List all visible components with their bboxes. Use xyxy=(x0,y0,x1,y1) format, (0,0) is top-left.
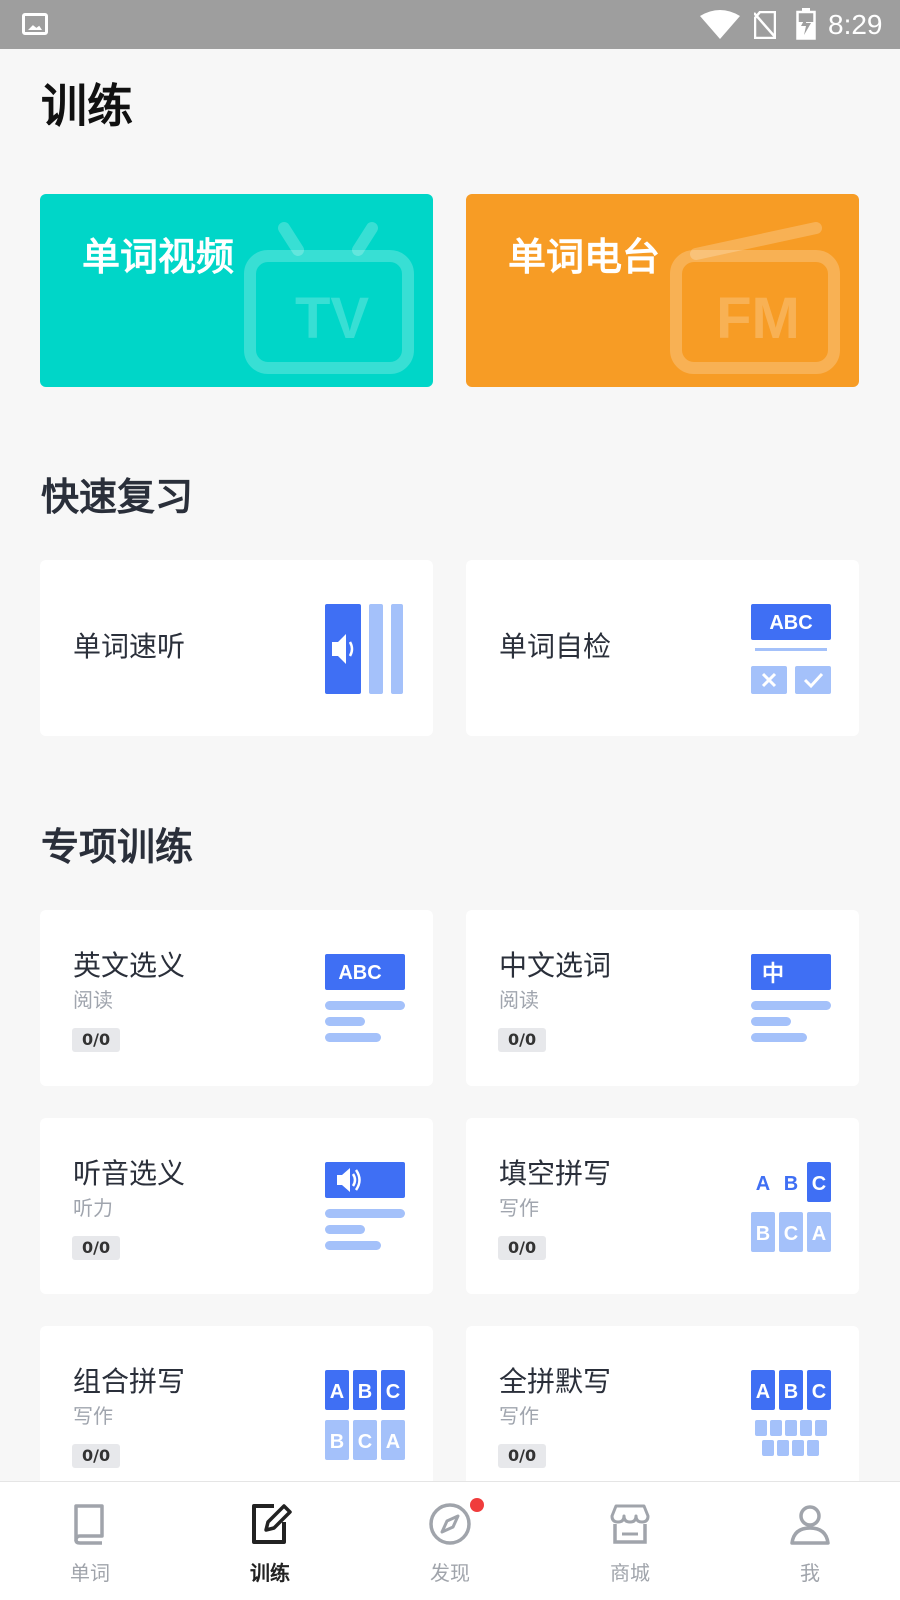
no-sim-icon xyxy=(754,11,776,39)
card-category: 写作 xyxy=(499,1404,539,1428)
svg-text:A: A xyxy=(756,1173,770,1195)
card-label: 组合拼写 xyxy=(73,1365,186,1398)
tab-store[interactable]: 商城 xyxy=(540,1482,720,1600)
progress-badge: 0/0 xyxy=(498,1028,547,1052)
card-category: 写作 xyxy=(73,1404,113,1428)
status-bar: 8:29 xyxy=(0,0,900,49)
tv-icon-text: TV xyxy=(295,286,369,351)
notification-dot xyxy=(470,1498,484,1512)
progress-badge: 0/0 xyxy=(72,1028,121,1052)
word-radio-card[interactable]: 单词电台 FM xyxy=(466,194,859,387)
svg-text:C: C xyxy=(784,1223,798,1245)
abc-check-icon: ABC xyxy=(751,604,831,694)
store-icon xyxy=(610,1504,650,1544)
card-category: 阅读 xyxy=(499,988,539,1012)
svg-text:C: C xyxy=(386,1381,400,1403)
tab-me[interactable]: 我 xyxy=(720,1482,900,1600)
person-icon xyxy=(790,1505,830,1545)
special-training-title: 专项训练 xyxy=(41,825,194,869)
fill-blank-spelling-card[interactable]: 填空拼写 写作 0/0 A B C B C A xyxy=(466,1118,859,1294)
svg-text:C: C xyxy=(358,1431,372,1453)
svg-text:C: C xyxy=(812,1381,826,1403)
progress-badge: 0/0 xyxy=(498,1444,547,1468)
word-video-label: 单词视频 xyxy=(82,235,235,279)
fm-icon-text: FM xyxy=(716,286,800,351)
svg-text:B: B xyxy=(756,1223,770,1245)
combo-spelling-card[interactable]: 组合拼写 写作 0/0 A B C B C A xyxy=(40,1326,433,1502)
en-choose-meaning-card[interactable]: 英文选义 阅读 0/0 ABC xyxy=(40,910,433,1086)
svg-text:B: B xyxy=(358,1381,372,1403)
card-label: 单词自检 xyxy=(499,630,612,663)
quick-review-title: 快速复习 xyxy=(41,475,194,519)
svg-text:B: B xyxy=(784,1381,798,1403)
card-label: 听音选义 xyxy=(73,1157,186,1190)
chinese-lines-icon: 中 xyxy=(751,954,831,1042)
tv-icon: TV xyxy=(244,222,414,374)
battery-charging-icon xyxy=(796,8,816,40)
word-radio-label: 单词电台 xyxy=(508,235,661,279)
tab-training[interactable]: 训练 xyxy=(180,1482,360,1600)
tab-label: 我 xyxy=(800,1561,820,1585)
edit-icon xyxy=(252,1504,292,1544)
tab-words[interactable]: 单词 xyxy=(0,1482,180,1600)
full-dictation-card[interactable]: 全拼默写 写作 0/0 A B C xyxy=(466,1326,859,1502)
word-self-check-card[interactable]: 单词自检 ABC xyxy=(466,560,859,736)
bottom-tab-bar: 单词 训练 发现 商城 我 xyxy=(0,1481,900,1600)
radio-icon: FM xyxy=(670,222,840,374)
card-category: 写作 xyxy=(499,1196,539,1220)
card-label: 中文选词 xyxy=(499,949,612,982)
cn-choose-word-card[interactable]: 中文选词 阅读 0/0 中 xyxy=(466,910,859,1086)
abc-lines-icon: ABC xyxy=(325,954,405,1042)
svg-text:B: B xyxy=(784,1173,798,1195)
tab-label: 训练 xyxy=(250,1561,290,1585)
speaker-bars-icon xyxy=(325,604,403,694)
card-label: 单词速听 xyxy=(73,630,186,663)
svg-text:A: A xyxy=(756,1381,770,1403)
compass-icon xyxy=(429,1503,471,1545)
listen-choose-meaning-card[interactable]: 听音选义 听力 0/0 xyxy=(40,1118,433,1294)
progress-badge: 0/0 xyxy=(498,1236,547,1260)
svg-text:B: B xyxy=(330,1431,344,1453)
progress-badge: 0/0 xyxy=(72,1444,121,1468)
tab-discover[interactable]: 发现 xyxy=(360,1482,540,1600)
svg-text:A: A xyxy=(812,1223,826,1245)
abc-text: ABC xyxy=(769,612,812,634)
speaker-lines-icon xyxy=(325,1162,405,1250)
letter-combo-icon: A B C B C A xyxy=(325,1370,405,1460)
word-quick-listen-card[interactable]: 单词速听 xyxy=(40,560,433,736)
gallery-notification-icon xyxy=(22,13,48,35)
svg-text:A: A xyxy=(386,1431,400,1453)
progress-badge: 0/0 xyxy=(72,1236,121,1260)
letter-fill-icon: A B C B C A xyxy=(751,1162,831,1252)
tab-label: 商城 xyxy=(610,1561,650,1585)
tab-label: 发现 xyxy=(430,1561,470,1585)
card-category: 阅读 xyxy=(73,988,113,1012)
svg-text:A: A xyxy=(330,1381,344,1403)
letter-keyboard-icon: A B C xyxy=(751,1370,831,1456)
card-label: 英文选义 xyxy=(73,949,186,982)
svg-text:C: C xyxy=(812,1173,826,1195)
card-label: 全拼默写 xyxy=(499,1365,612,1398)
card-category: 听力 xyxy=(73,1196,113,1220)
card-label: 填空拼写 xyxy=(499,1157,612,1190)
book-icon xyxy=(74,1504,104,1545)
tab-label: 单词 xyxy=(70,1561,110,1585)
wifi-icon xyxy=(700,10,740,39)
clock-time: 8:29 xyxy=(828,9,883,40)
page-title: 训练 xyxy=(41,79,133,133)
abc-text: ABC xyxy=(338,962,381,984)
zhong-text: 中 xyxy=(762,962,784,987)
word-video-card[interactable]: 单词视频 TV xyxy=(40,194,433,387)
